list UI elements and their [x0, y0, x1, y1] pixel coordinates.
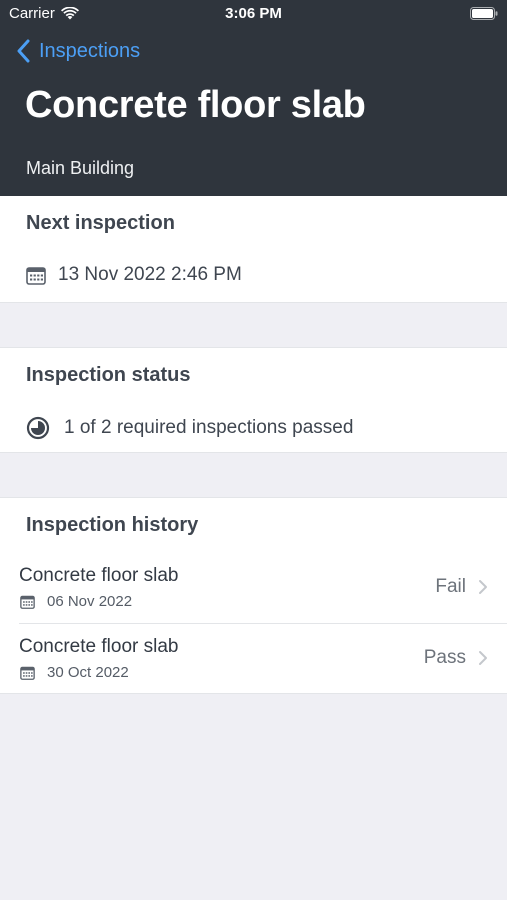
- header: Carrier 3:06 PM Inspections Concrete flo…: [0, 0, 507, 196]
- progress-pie-icon: [26, 416, 50, 440]
- next-inspection-section: Next inspection 13 Nov 2022 2:46 PM: [0, 196, 507, 303]
- history-item-date-row: 30 Oct 2022: [20, 664, 129, 681]
- page-title: Concrete floor slab: [25, 84, 366, 126]
- clock: 3:06 PM: [225, 5, 282, 22]
- inspection-history-heading: Inspection history: [26, 514, 199, 536]
- history-item-result: Pass: [423, 647, 466, 668]
- history-item-date-row: 06 Nov 2022: [20, 593, 132, 610]
- chevron-right-icon: [479, 651, 487, 665]
- calendar-icon: [20, 666, 35, 680]
- inspection-status-row: 1 of 2 required inspections passed: [26, 416, 353, 440]
- back-label: Inspections: [39, 39, 141, 62]
- status-bar: Carrier 3:06 PM: [0, 0, 507, 28]
- back-button[interactable]: Inspections: [16, 39, 140, 63]
- page-subtitle: Main Building: [26, 158, 135, 178]
- inspection-status-section: Inspection status 1 of 2 required inspec…: [0, 347, 507, 453]
- battery-icon: [470, 7, 498, 20]
- next-inspection-date: 13 Nov 2022 2:46 PM: [58, 264, 242, 285]
- next-inspection-row: 13 Nov 2022 2:46 PM: [26, 264, 242, 286]
- next-inspection-heading: Next inspection: [26, 212, 175, 234]
- calendar-icon: [20, 595, 35, 609]
- history-row[interactable]: Concrete floor slab 30 Oct 2022 Pass: [0, 624, 507, 695]
- history-item-name: Concrete floor slab: [19, 565, 179, 586]
- inspection-status-heading: Inspection status: [26, 364, 191, 386]
- chevron-right-icon: [479, 580, 487, 594]
- history-item-date: 06 Nov 2022: [47, 593, 133, 610]
- history-item-result: Fail: [435, 576, 466, 597]
- inspection-history-section: Inspection history Concrete floor slab 0…: [0, 497, 507, 694]
- chevron-left-icon: [17, 39, 30, 63]
- inspection-status-text: 1 of 2 required inspections passed: [64, 417, 354, 438]
- history-row[interactable]: Concrete floor slab 06 Nov 2022 Fail: [0, 553, 507, 624]
- history-item-name: Concrete floor slab: [19, 636, 179, 657]
- history-item-date: 30 Oct 2022: [47, 664, 129, 681]
- calendar-icon: [26, 266, 46, 285]
